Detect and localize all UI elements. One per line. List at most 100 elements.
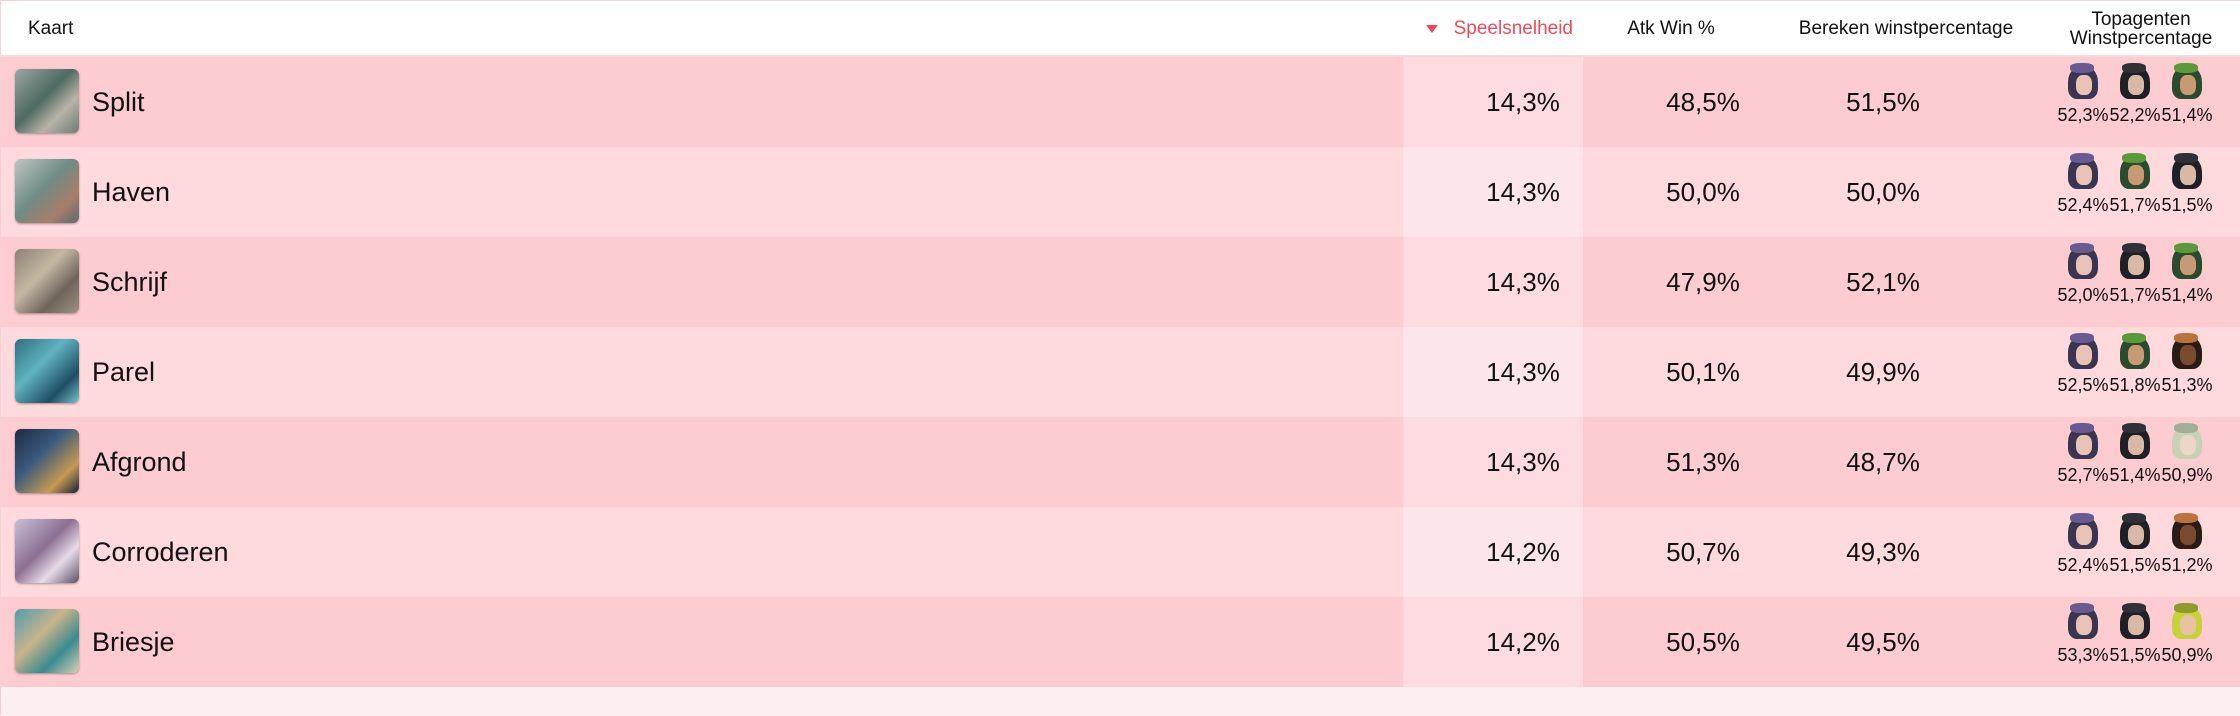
- play-rate-value: 14,3%: [1486, 446, 1560, 477]
- top-agent[interactable]: 51,7%: [2109, 153, 2161, 237]
- top-agent[interactable]: 52,3%: [2057, 63, 2109, 147]
- agent-win-rate: 51,5%: [2109, 645, 2161, 665]
- column-header-play-rate[interactable]: Speelsnelheid: [1401, 1, 1573, 57]
- top-agents: 52,0% 51,7% 51,4%: [2057, 243, 2237, 327]
- column-header-map[interactable]: Kaart: [28, 1, 73, 57]
- agent-dark-hair-icon: [2116, 603, 2154, 641]
- top-agent[interactable]: 51,7%: [2109, 243, 2161, 327]
- agent-purple-hair-icon: [2064, 243, 2102, 281]
- sort-descending-icon: [1425, 25, 1438, 33]
- play-rate-value: 14,3%: [1486, 356, 1560, 387]
- agent-win-rate: 51,7%: [2109, 285, 2161, 305]
- agent-win-rate: 51,2%: [2161, 555, 2213, 575]
- table-row[interactable]: Briesje 14,2% 50,5% 49,5% 53,3% 51,5% 50,9%: [1, 597, 2240, 687]
- top-agents: 52,7% 51,4% 50,9%: [2057, 423, 2237, 507]
- atk-win-value: 50,7%: [1666, 536, 1740, 567]
- agent-purple-hair-icon: [2064, 333, 2102, 371]
- def-win-value: 51,5%: [1846, 86, 1920, 117]
- afgrond-map-thumbnail: [15, 429, 79, 493]
- top-agent[interactable]: 52,4%: [2057, 513, 2109, 597]
- agent-win-rate: 50,9%: [2161, 465, 2213, 485]
- agent-win-rate: 51,4%: [2161, 105, 2213, 125]
- agent-purple-hair-icon: [2064, 513, 2102, 551]
- map-name[interactable]: Parel: [92, 327, 155, 417]
- table-row[interactable]: Haven 14,3% 50,0% 50,0% 52,4% 51,7% 51,5%: [1, 147, 2240, 237]
- top-agent[interactable]: 50,9%: [2161, 603, 2213, 687]
- table-footer-space: [1, 687, 2240, 716]
- agent-brown-skin-icon: [2168, 333, 2206, 371]
- column-header-def-win[interactable]: Bereken winstpercentage: [1761, 1, 2051, 57]
- top-agents: 53,3% 51,5% 50,9%: [2057, 603, 2237, 687]
- top-agent[interactable]: 51,4%: [2109, 423, 2161, 507]
- top-agent[interactable]: 51,8%: [2109, 333, 2161, 417]
- top-agent[interactable]: 52,7%: [2057, 423, 2109, 507]
- map-name[interactable]: Schrijf: [92, 237, 167, 327]
- split-map-thumbnail: [15, 69, 79, 133]
- agent-win-rate: 51,7%: [2109, 195, 2161, 215]
- parel-map-thumbnail: [15, 339, 79, 403]
- agent-win-rate: 52,5%: [2057, 375, 2109, 395]
- map-stats-table: Kaart Speelsnelheid Atk Win % Bereken wi…: [0, 0, 2240, 716]
- top-agent[interactable]: 51,5%: [2109, 603, 2161, 687]
- play-rate-value: 14,3%: [1486, 266, 1560, 297]
- map-name[interactable]: Briesje: [92, 597, 175, 687]
- agent-win-rate: 52,4%: [2057, 555, 2109, 575]
- top-agents-label-line1: Topagenten: [2091, 9, 2191, 30]
- corroderen-map-thumbnail: [15, 519, 79, 583]
- agent-brown-skin-icon: [2168, 513, 2206, 551]
- agent-win-rate: 53,3%: [2057, 645, 2109, 665]
- atk-win-value: 50,1%: [1666, 356, 1740, 387]
- haven-map-thumbnail: [15, 159, 79, 223]
- map-name[interactable]: Afgrond: [92, 417, 187, 507]
- atk-win-value: 50,5%: [1666, 626, 1740, 657]
- agent-green-hat-icon: [2116, 153, 2154, 191]
- map-name[interactable]: Haven: [92, 147, 170, 237]
- column-header-play-rate-label: Speelsnelheid: [1453, 18, 1573, 39]
- agent-win-rate: 51,5%: [2109, 555, 2161, 575]
- top-agent[interactable]: 52,5%: [2057, 333, 2109, 417]
- table-row[interactable]: Parel 14,3% 50,1% 49,9% 52,5% 51,8% 51,3%: [1, 327, 2240, 417]
- agent-win-rate: 51,4%: [2161, 285, 2213, 305]
- play-rate-value: 14,2%: [1486, 626, 1560, 657]
- top-agent[interactable]: 52,2%: [2109, 63, 2161, 147]
- play-rate-value: 14,3%: [1486, 86, 1560, 117]
- top-agent[interactable]: 50,9%: [2161, 423, 2213, 507]
- agent-green-hat-icon: [2116, 333, 2154, 371]
- def-win-value: 49,3%: [1846, 536, 1920, 567]
- agent-win-rate: 51,3%: [2161, 375, 2213, 395]
- agent-win-rate: 50,9%: [2161, 645, 2213, 665]
- top-agent[interactable]: 51,5%: [2109, 513, 2161, 597]
- agent-pale-hair-icon: [2168, 423, 2206, 461]
- table-row[interactable]: Afgrond 14,3% 51,3% 48,7% 52,7% 51,4% 50,9%: [1, 417, 2240, 507]
- top-agent[interactable]: 51,4%: [2161, 243, 2213, 327]
- def-win-value: 50,0%: [1846, 176, 1920, 207]
- def-win-value: 48,7%: [1846, 446, 1920, 477]
- table-row[interactable]: Schrijf 14,3% 47,9% 52,1% 52,0% 51,7% 51,4%: [1, 237, 2240, 327]
- agent-purple-hair-icon: [2064, 423, 2102, 461]
- top-agent[interactable]: 51,3%: [2161, 333, 2213, 417]
- top-agent[interactable]: 51,4%: [2161, 63, 2213, 147]
- top-agent[interactable]: 52,4%: [2057, 153, 2109, 237]
- top-agent[interactable]: 51,2%: [2161, 513, 2213, 597]
- briesje-map-thumbnail: [15, 609, 79, 673]
- top-agent[interactable]: 53,3%: [2057, 603, 2109, 687]
- column-header-atk-win[interactable]: Atk Win %: [1581, 1, 1761, 57]
- agent-win-rate: 52,2%: [2109, 105, 2161, 125]
- top-agents-label-line2: Winstpercentage: [2069, 28, 2213, 49]
- top-agent[interactable]: 51,5%: [2161, 153, 2213, 237]
- agent-purple-hair-icon: [2064, 603, 2102, 641]
- table-body: Split 14,3% 48,5% 51,5% 52,3% 52,2% 51,4% Haven…: [1, 57, 2240, 687]
- def-win-value: 49,5%: [1846, 626, 1920, 657]
- agent-yellow-hair-icon: [2168, 603, 2206, 641]
- agent-win-rate: 52,3%: [2057, 105, 2109, 125]
- map-name[interactable]: Corroderen: [92, 507, 229, 597]
- agent-win-rate: 52,7%: [2057, 465, 2109, 485]
- top-agents: 52,4% 51,5% 51,2%: [2057, 513, 2237, 597]
- table-row[interactable]: Split 14,3% 48,5% 51,5% 52,3% 52,2% 51,4%: [1, 57, 2240, 147]
- map-name[interactable]: Split: [92, 57, 145, 147]
- top-agent[interactable]: 52,0%: [2057, 243, 2109, 327]
- table-row[interactable]: Corroderen 14,2% 50,7% 49,3% 52,4% 51,5% 51,2%: [1, 507, 2240, 597]
- agent-win-rate: 51,8%: [2109, 375, 2161, 395]
- play-rate-value: 14,3%: [1486, 176, 1560, 207]
- column-header-top-agents[interactable]: Topagenten Winstpercentage: [2051, 1, 2231, 57]
